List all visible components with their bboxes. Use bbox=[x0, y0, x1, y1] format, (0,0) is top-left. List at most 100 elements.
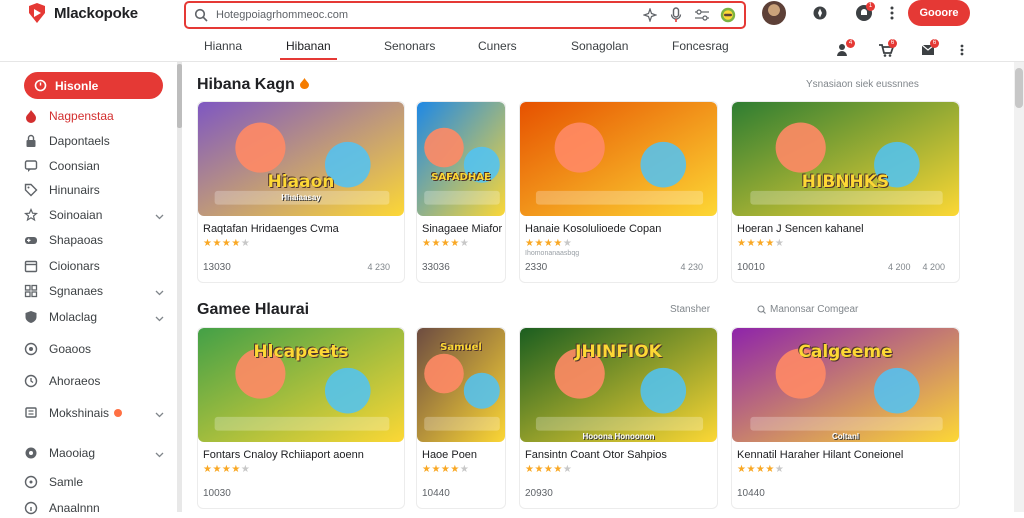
more-vert-icon bbox=[890, 6, 894, 20]
game-title[interactable]: Hoeran J Sencen kahanel bbox=[737, 223, 958, 235]
sparkle-icon[interactable] bbox=[642, 7, 658, 23]
sidebar-item-label: Goaoos bbox=[49, 342, 92, 356]
game-card[interactable]: HIBNHKS Hoeran J Sencen kahanel ★★★★★ 10010… bbox=[731, 101, 960, 283]
sidebar-item[interactable]: Cioionars bbox=[24, 256, 170, 276]
game-thumbnail[interactable]: Hiaaon Hhaiaasay bbox=[198, 102, 404, 216]
game-card[interactable]: Hanaie Kosolulioede Copan ★★★★★ Ihomonanaa… bbox=[519, 101, 718, 283]
tab[interactable]: Cuners bbox=[478, 38, 517, 60]
play-count: 10010 bbox=[737, 262, 765, 273]
tab[interactable]: Sonagolan bbox=[571, 38, 628, 60]
game-thumbnail[interactable] bbox=[520, 102, 717, 216]
star-rating: ★★★★★ bbox=[203, 464, 251, 475]
inbox-badge: 6 bbox=[930, 39, 939, 48]
game-title[interactable]: Hanaie Kosolulioede Copan bbox=[525, 223, 716, 235]
game-title[interactable]: Fontars Cnaloy Rchiiaport aoenn bbox=[203, 449, 403, 461]
play-count: 33036 bbox=[422, 262, 450, 273]
top-bar: Mlackopoke 1 Gooore bbox=[0, 0, 1024, 34]
main-scrollbar[interactable] bbox=[1014, 62, 1024, 512]
notifications-button[interactable]: 1 bbox=[852, 1, 876, 25]
friends-button[interactable]: 4 bbox=[832, 38, 856, 62]
game-title[interactable]: Sinagaee Miafor bbox=[422, 223, 504, 235]
chevron-down-icon[interactable] bbox=[155, 209, 164, 223]
stat-value: 4 230 bbox=[367, 262, 390, 272]
nav-actions: 4 6 6 bbox=[832, 38, 966, 62]
tab[interactable]: Hianna bbox=[204, 38, 242, 60]
section-meta[interactable]: Stansher bbox=[670, 304, 710, 315]
game-title[interactable]: Raqtafan Hridaenges Cvma bbox=[203, 223, 403, 235]
star-icon bbox=[24, 208, 38, 222]
game-thumbnail[interactable]: HIBNHKS bbox=[732, 102, 959, 216]
sidebar-item[interactable]: Coonsian bbox=[24, 156, 170, 176]
chevron-down-icon[interactable] bbox=[155, 311, 164, 325]
game-card[interactable]: Samuel Haoe Poen ★★★★★ 10440 bbox=[416, 327, 506, 509]
cart-button[interactable]: 6 bbox=[874, 38, 898, 62]
sidebar-item[interactable]: Maooiag bbox=[24, 443, 170, 463]
gamepad-icon bbox=[24, 233, 38, 247]
info-icon bbox=[24, 501, 38, 515]
settings-icon[interactable] bbox=[694, 7, 710, 23]
primary-action-button[interactable]: Gooore bbox=[908, 0, 970, 26]
sidebar-item[interactable]: Ahoraeos bbox=[24, 371, 170, 391]
sidebar-item[interactable]: Anaalnnn bbox=[24, 498, 170, 518]
star-rating: ★★★★★ bbox=[422, 238, 470, 249]
nav-more-button[interactable] bbox=[958, 38, 966, 62]
sidebar-scrollbar[interactable] bbox=[177, 62, 182, 512]
chevron-down-icon[interactable] bbox=[155, 285, 164, 299]
sidebar-item[interactable]: Samle bbox=[24, 472, 170, 492]
cart-badge: 6 bbox=[888, 39, 897, 48]
sidebar-item[interactable]: Hinunairs bbox=[24, 180, 170, 200]
scroll-thumb[interactable] bbox=[1015, 68, 1023, 108]
game-title[interactable]: Fansintn Coant Otor Sahpios bbox=[525, 449, 716, 461]
sidebar-item[interactable]: Dapontaels bbox=[24, 131, 170, 151]
sidebar-item[interactable]: Goaoos bbox=[24, 339, 170, 359]
game-thumbnail[interactable]: SAFADHAE bbox=[417, 102, 505, 216]
game-card[interactable]: Calgeeme Coltanl Kennatil Haraher Hilant C… bbox=[731, 327, 960, 509]
sidebar-item-home[interactable]: Hisonle bbox=[24, 72, 163, 99]
sidebar-item[interactable]: Sgnanaes bbox=[24, 281, 170, 301]
game-card[interactable]: SAFADHAE Sinagaee Miafor ★★★★★ 33036 bbox=[416, 101, 506, 283]
section-meta[interactable]: Ysnasiaon siek eussnnes bbox=[806, 79, 919, 90]
play-count: 10440 bbox=[422, 488, 450, 499]
game-title[interactable]: Haoe Poen bbox=[422, 449, 504, 461]
stat-value: 4 230 bbox=[680, 262, 703, 272]
section-filter[interactable]: Manonsar Comgear bbox=[757, 304, 858, 315]
game-icon[interactable] bbox=[720, 7, 736, 23]
clock-icon bbox=[24, 374, 38, 388]
lock-icon bbox=[24, 134, 38, 148]
game-thumbnail[interactable]: JHINFIOK Hooona Honoonon bbox=[520, 328, 717, 442]
search-input[interactable] bbox=[216, 5, 632, 25]
sidebar-item[interactable]: Mokshinais bbox=[24, 403, 170, 423]
chevron-down-icon[interactable] bbox=[155, 447, 164, 461]
tab[interactable]: Foncesrag bbox=[672, 38, 729, 60]
inbox-button[interactable]: 6 bbox=[916, 38, 940, 62]
sidebar-item-label: Shapaoas bbox=[49, 233, 104, 247]
tab[interactable]: Senonars bbox=[384, 38, 435, 60]
mic-icon[interactable] bbox=[668, 7, 684, 23]
sidebar-item[interactable]: Nagpenstaa bbox=[24, 106, 170, 126]
sidebar-item-label: Molaclag bbox=[49, 310, 98, 324]
sidebar-item[interactable]: Soinoaian bbox=[24, 205, 170, 225]
game-card[interactable]: JHINFIOK Hooona Honoonon Fansintn Coant Ot… bbox=[519, 327, 718, 509]
avatar[interactable] bbox=[762, 1, 786, 25]
shield-icon bbox=[24, 310, 38, 324]
game-card[interactable]: Hlcapeets Fontars Cnaloy Rchiiaport aoenn… bbox=[197, 327, 405, 509]
more-menu-button[interactable] bbox=[880, 1, 904, 25]
chevron-down-icon[interactable] bbox=[155, 407, 164, 421]
game-thumbnail[interactable]: Hlcapeets bbox=[198, 328, 404, 442]
game-card[interactable]: Hiaaon Hhaiaasay Raqtafan Hridaenges Cvma ★… bbox=[197, 101, 405, 283]
sidebar-item-label: Anaalnnn bbox=[49, 501, 100, 515]
tab-active[interactable]: Hibanan bbox=[280, 38, 337, 60]
sidebar-item[interactable]: Shapaoas bbox=[24, 230, 170, 250]
game-title[interactable]: Kennatil Haraher Hilant Coneionel bbox=[737, 449, 958, 461]
help-icon bbox=[24, 475, 38, 489]
explore-button[interactable] bbox=[808, 1, 832, 25]
section-filter-text: Manonsar Comgear bbox=[770, 304, 859, 315]
trophy-icon bbox=[24, 406, 38, 420]
scroll-thumb[interactable] bbox=[177, 64, 182, 128]
app-logo[interactable]: Mlackopoke bbox=[26, 2, 138, 24]
game-thumbnail[interactable]: Samuel bbox=[417, 328, 505, 442]
game-thumbnail[interactable]: Calgeeme Coltanl bbox=[732, 328, 959, 442]
search-bar[interactable] bbox=[184, 1, 746, 29]
sidebar-item[interactable]: Molaclag bbox=[24, 307, 170, 327]
settings-icon bbox=[24, 446, 38, 460]
